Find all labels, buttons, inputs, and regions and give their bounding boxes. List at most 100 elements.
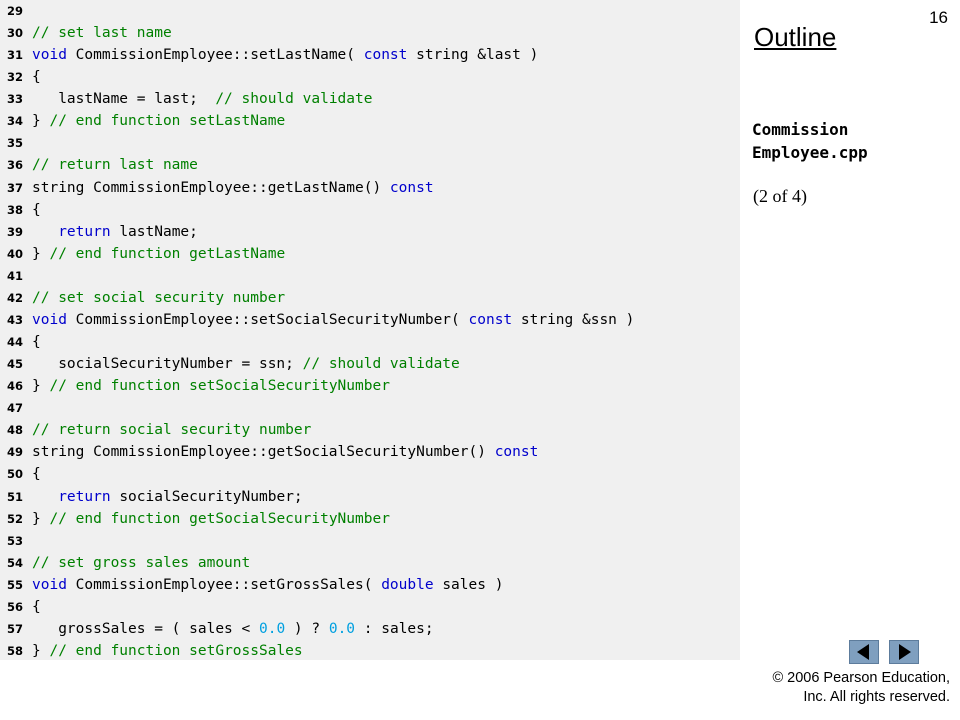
code-token-comment: // set gross sales amount bbox=[32, 554, 251, 571]
code-token-plain: string &last ) bbox=[407, 47, 539, 64]
code-token-plain: lastName; bbox=[110, 223, 198, 240]
code-line: 37 string CommissionEmployee::getLastName… bbox=[0, 177, 740, 199]
code-token-plain: string &ssn ) bbox=[512, 311, 635, 328]
code-text: } // end function setSocialSecurityNumbe… bbox=[32, 375, 390, 397]
code-token-plain: : sales; bbox=[355, 620, 434, 637]
line-number: 35 bbox=[6, 136, 23, 151]
line-number: 52 bbox=[6, 511, 23, 526]
code-line: 40} // end function getLastName bbox=[0, 243, 740, 265]
line-number: 38 bbox=[6, 202, 23, 217]
code-token-number: 0.0 bbox=[258, 620, 286, 637]
code-token-keyword: void bbox=[32, 576, 67, 593]
code-line: 51 return socialSecurityNumber; bbox=[0, 486, 740, 508]
code-token-keyword: void bbox=[32, 311, 67, 328]
code-token-comment: // set social security number bbox=[32, 289, 286, 306]
code-listing: 29 30 // set last name 31 void CommissionEmp… bbox=[0, 0, 740, 660]
code-line: 50 { bbox=[0, 463, 740, 485]
line-number: 32 bbox=[6, 70, 23, 85]
line-number: 58 bbox=[6, 644, 23, 659]
code-text: void CommissionEmployee::setSocialSecuri… bbox=[32, 309, 634, 331]
code-text: } // end function setGrossSales bbox=[32, 640, 303, 662]
code-token-comment: // end function setSocialSecurityNumber bbox=[49, 378, 390, 395]
line-number: 29 bbox=[6, 4, 23, 18]
code-text: string CommissionEmployee::getSocialSecu… bbox=[32, 441, 538, 463]
next-slide-button[interactable] bbox=[889, 640, 919, 664]
code-token-comment: // return social security number bbox=[32, 422, 312, 439]
line-number: 46 bbox=[6, 379, 23, 394]
code-token-plain: } bbox=[32, 510, 50, 527]
code-token-keyword: const bbox=[468, 311, 513, 328]
code-line: 34 } // end function setLastName bbox=[0, 110, 740, 132]
code-token-keyword: return bbox=[58, 223, 111, 240]
code-text: // return last name bbox=[32, 154, 198, 176]
code-text: } // end function getLastName bbox=[32, 243, 285, 265]
code-line: 41 bbox=[0, 265, 740, 287]
code-line: 45 socialSecurityNumber = ssn; // should… bbox=[0, 353, 740, 375]
code-token-keyword: return bbox=[58, 488, 111, 505]
code-token-comment: // end function getSocialSecurityNumber bbox=[49, 510, 390, 527]
code-text: { bbox=[32, 596, 41, 618]
line-number: 42 bbox=[6, 290, 23, 305]
line-number: 44 bbox=[6, 335, 23, 350]
next-triangle-icon bbox=[899, 644, 911, 660]
code-line: 30 // set last name bbox=[0, 22, 740, 44]
code-token-plain: { bbox=[32, 466, 41, 483]
code-token-comment: // set last name bbox=[32, 25, 172, 42]
line-number: 34 bbox=[6, 114, 23, 129]
line-number: 54 bbox=[6, 555, 23, 570]
line-number: 43 bbox=[6, 312, 23, 327]
code-text: { bbox=[32, 199, 41, 221]
line-number: 49 bbox=[6, 445, 23, 460]
code-text: lastName = last; // should validate bbox=[32, 88, 372, 110]
code-token-comment: // should validate bbox=[215, 91, 373, 108]
part-indicator: (2 of 4) bbox=[753, 186, 807, 206]
code-token-plain: { bbox=[32, 201, 41, 218]
line-number: 50 bbox=[6, 467, 23, 482]
code-text: { bbox=[32, 463, 41, 485]
code-token-plain: sales ) bbox=[433, 576, 504, 593]
code-line: 31 void CommissionEmployee::setLastName( … bbox=[0, 44, 740, 66]
code-text: return lastName; bbox=[32, 221, 198, 243]
code-line: 44 { bbox=[0, 331, 740, 353]
copyright-line-2: Inc. All rights reserved. bbox=[803, 689, 950, 705]
code-token-keyword: double bbox=[381, 576, 434, 593]
code-line: 52} // end function getSocialSecurityNum… bbox=[0, 508, 740, 530]
code-line: 42 // set social security number bbox=[0, 287, 740, 309]
line-number: 39 bbox=[6, 224, 23, 239]
code-text: // set gross sales amount bbox=[32, 552, 250, 574]
code-line: 48 // return social security number bbox=[0, 419, 740, 441]
code-token-comment: // end function getLastName bbox=[49, 245, 286, 262]
code-token-plain: string CommissionEmployee::getSocialSecu… bbox=[32, 444, 495, 461]
code-line: 47 bbox=[0, 397, 740, 419]
line-number: 30 bbox=[6, 26, 23, 41]
code-token-plain: { bbox=[32, 334, 41, 351]
code-text: } // end function getSocialSecurityNumbe… bbox=[32, 508, 390, 530]
line-number: 48 bbox=[6, 423, 23, 438]
code-token-keyword: void bbox=[32, 47, 67, 64]
line-number: 57 bbox=[6, 621, 23, 636]
line-number: 41 bbox=[6, 268, 23, 283]
code-line: 29 bbox=[0, 0, 740, 22]
code-token-plain: { bbox=[32, 598, 41, 615]
code-token-plain: } bbox=[32, 378, 50, 395]
line-number: 45 bbox=[6, 357, 23, 372]
code-line: 46} // end function setSocialSecurityNum… bbox=[0, 375, 740, 397]
code-text: } // end function setLastName bbox=[32, 110, 285, 132]
code-token-plain: string CommissionEmployee::getLastName() bbox=[32, 179, 390, 196]
code-token-plain: } bbox=[32, 643, 50, 660]
code-token-comment: // return last name bbox=[32, 157, 198, 174]
code-token-plain: } bbox=[32, 113, 50, 130]
code-token-plain: { bbox=[32, 69, 41, 86]
code-token-plain: CommissionEmployee::setLastName( bbox=[66, 47, 364, 64]
code-text: return socialSecurityNumber; bbox=[32, 486, 302, 508]
copyright-notice: © 2006 Pearson Education, Inc. All right… bbox=[772, 669, 950, 707]
code-token-plain: CommissionEmployee::setSocialSecurityNum… bbox=[66, 311, 469, 328]
previous-slide-button[interactable] bbox=[849, 640, 879, 664]
code-token-plain: ) ? bbox=[285, 620, 329, 637]
code-line: 58 } // end function setGrossSales bbox=[0, 640, 740, 662]
code-text: // set social security number bbox=[32, 287, 285, 309]
page-number: 16 bbox=[929, 8, 948, 27]
line-number: 55 bbox=[6, 577, 23, 592]
code-token-plain: CommissionEmployee::setGrossSales( bbox=[66, 576, 382, 593]
